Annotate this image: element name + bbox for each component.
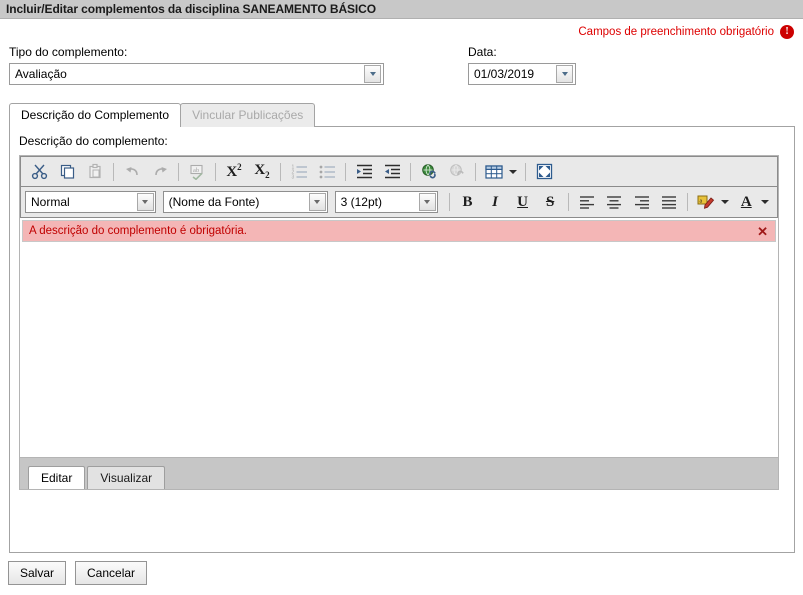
toolbar-separator bbox=[567, 193, 569, 211]
toolbar-separator bbox=[280, 162, 281, 181]
font-size-select[interactable]: 3 (12pt) bbox=[334, 191, 438, 213]
chevron-down-icon[interactable] bbox=[418, 193, 436, 211]
chevron-down-icon[interactable] bbox=[720, 200, 729, 204]
highlight-color-icon[interactable]: a bbox=[693, 190, 719, 214]
italic-icon[interactable]: I bbox=[482, 190, 508, 214]
underline-icon[interactable]: U bbox=[510, 190, 536, 214]
required-fields-label: Campos de preenchimento obrigatório bbox=[578, 26, 774, 38]
tab-descricao-complemento[interactable]: Descrição do Complemento bbox=[9, 103, 182, 127]
undo-icon[interactable] bbox=[119, 160, 145, 184]
rich-text-editor: ab X2 X2 1 2 3 Normal (Nome da Fonte) 3 … bbox=[19, 155, 779, 490]
descricao-complemento-label: Descrição do complemento: bbox=[19, 134, 168, 148]
remove-link-icon[interactable] bbox=[444, 160, 470, 184]
page-title: Incluir/Editar complementos da disciplin… bbox=[6, 2, 376, 16]
fullscreen-icon[interactable] bbox=[531, 160, 557, 184]
redo-icon[interactable] bbox=[147, 160, 173, 184]
align-left-icon[interactable] bbox=[574, 190, 600, 214]
svg-text:3: 3 bbox=[291, 175, 294, 181]
toolbar-separator bbox=[345, 162, 346, 181]
text-color-glyph: A bbox=[740, 193, 752, 210]
toolbar-separator bbox=[410, 162, 411, 181]
editor-content-area[interactable] bbox=[22, 242, 776, 457]
bold-icon[interactable]: B bbox=[455, 190, 481, 214]
toolbar-separator bbox=[178, 162, 179, 181]
tab-editar[interactable]: Editar bbox=[28, 466, 86, 489]
table-icon[interactable] bbox=[481, 160, 507, 184]
strikethrough-icon[interactable]: S bbox=[537, 190, 563, 214]
font-name-value: (Nome da Fonte) bbox=[168, 195, 260, 209]
bold-glyph: B bbox=[462, 193, 473, 210]
insert-link-icon[interactable] bbox=[416, 160, 442, 184]
outdent-icon[interactable] bbox=[379, 160, 405, 184]
numbered-list-icon[interactable]: 1 2 3 bbox=[286, 160, 312, 184]
italic-glyph: I bbox=[492, 193, 498, 210]
tipo-complemento-label: Tipo do complemento: bbox=[9, 45, 128, 59]
svg-text:ab: ab bbox=[193, 167, 199, 174]
close-icon[interactable]: ✕ bbox=[757, 225, 768, 238]
chevron-down-icon[interactable] bbox=[308, 193, 326, 211]
chevron-down-icon[interactable] bbox=[556, 65, 573, 83]
paste-icon[interactable] bbox=[82, 160, 108, 184]
toolbar-separator bbox=[215, 162, 216, 181]
tab-vincular-publicacoes[interactable]: Vincular Publicações bbox=[180, 103, 316, 127]
copy-icon[interactable] bbox=[54, 160, 80, 184]
toolbar-separator bbox=[686, 193, 688, 211]
editor-mode-tabs: Editar Visualizar bbox=[20, 457, 778, 489]
indent-icon[interactable] bbox=[351, 160, 377, 184]
text-color-icon[interactable]: A bbox=[734, 190, 760, 214]
field-data: Data: 01/03/2019 bbox=[468, 45, 608, 85]
chevron-down-icon[interactable] bbox=[364, 65, 381, 83]
chevron-down-icon[interactable] bbox=[509, 169, 517, 174]
tab-bar: Descrição do Complemento Vincular Public… bbox=[0, 103, 803, 127]
chevron-down-icon[interactable] bbox=[136, 193, 154, 211]
font-size-value: 3 (12pt) bbox=[340, 195, 382, 209]
editor-toolbar-row-2: Normal (Nome da Fonte) 3 (12pt) B I U S … bbox=[21, 187, 777, 217]
data-label: Data: bbox=[468, 45, 497, 59]
validation-error-message: A descrição do complemento é obrigatória… bbox=[29, 225, 247, 237]
align-center-icon[interactable] bbox=[601, 190, 627, 214]
paragraph-format-value: Normal bbox=[31, 195, 70, 209]
cut-icon[interactable] bbox=[26, 160, 52, 184]
underline-glyph: U bbox=[517, 193, 528, 210]
align-right-icon[interactable] bbox=[629, 190, 655, 214]
tipo-complemento-value: Avaliação bbox=[15, 67, 67, 81]
spellcheck-icon[interactable]: ab bbox=[184, 160, 210, 184]
validation-error-bar: A descrição do complemento é obrigatória… bbox=[22, 220, 776, 242]
required-fields-notice: Campos de preenchimento obrigatório ! bbox=[0, 19, 803, 45]
editor-toolbar: ab X2 X2 1 2 3 Normal (Nome da Fonte) 3 … bbox=[20, 156, 778, 218]
align-justify-icon[interactable] bbox=[656, 190, 682, 214]
top-form-row: Tipo do complemento: Avaliação Data: 01/… bbox=[0, 45, 803, 85]
field-tipo-complemento: Tipo do complemento: Avaliação bbox=[9, 45, 456, 85]
toolbar-separator bbox=[113, 162, 114, 181]
toolbar-separator bbox=[525, 162, 526, 181]
superscript-icon[interactable]: X2 bbox=[221, 160, 247, 184]
page-header: Incluir/Editar complementos da disciplin… bbox=[0, 0, 803, 19]
strikethrough-glyph: S bbox=[545, 193, 555, 210]
toolbar-separator bbox=[475, 162, 476, 181]
editor-toolbar-row-1: ab X2 X2 1 2 3 bbox=[21, 157, 777, 187]
tab-panel-descricao: Descrição do complemento: ab X2 X2 1 2 3… bbox=[9, 126, 795, 553]
paragraph-format-select[interactable]: Normal bbox=[25, 191, 156, 213]
bulleted-list-icon[interactable] bbox=[314, 160, 340, 184]
save-button[interactable]: Salvar bbox=[8, 561, 67, 585]
toolbar-separator bbox=[448, 193, 450, 211]
chevron-down-icon[interactable] bbox=[761, 200, 770, 204]
subscript-icon[interactable]: X2 bbox=[249, 160, 275, 184]
svg-text:a: a bbox=[699, 199, 702, 205]
footer-actions: Salvar Cancelar bbox=[0, 561, 803, 585]
cancel-button[interactable]: Cancelar bbox=[75, 561, 148, 585]
exclamation-circle-icon: ! bbox=[780, 25, 794, 39]
data-value: 01/03/2019 bbox=[474, 67, 535, 81]
font-name-select[interactable]: (Nome da Fonte) bbox=[162, 191, 328, 213]
tab-visualizar[interactable]: Visualizar bbox=[87, 466, 166, 489]
tipo-complemento-select[interactable]: Avaliação bbox=[9, 63, 384, 85]
data-select[interactable]: 01/03/2019 bbox=[468, 63, 576, 85]
